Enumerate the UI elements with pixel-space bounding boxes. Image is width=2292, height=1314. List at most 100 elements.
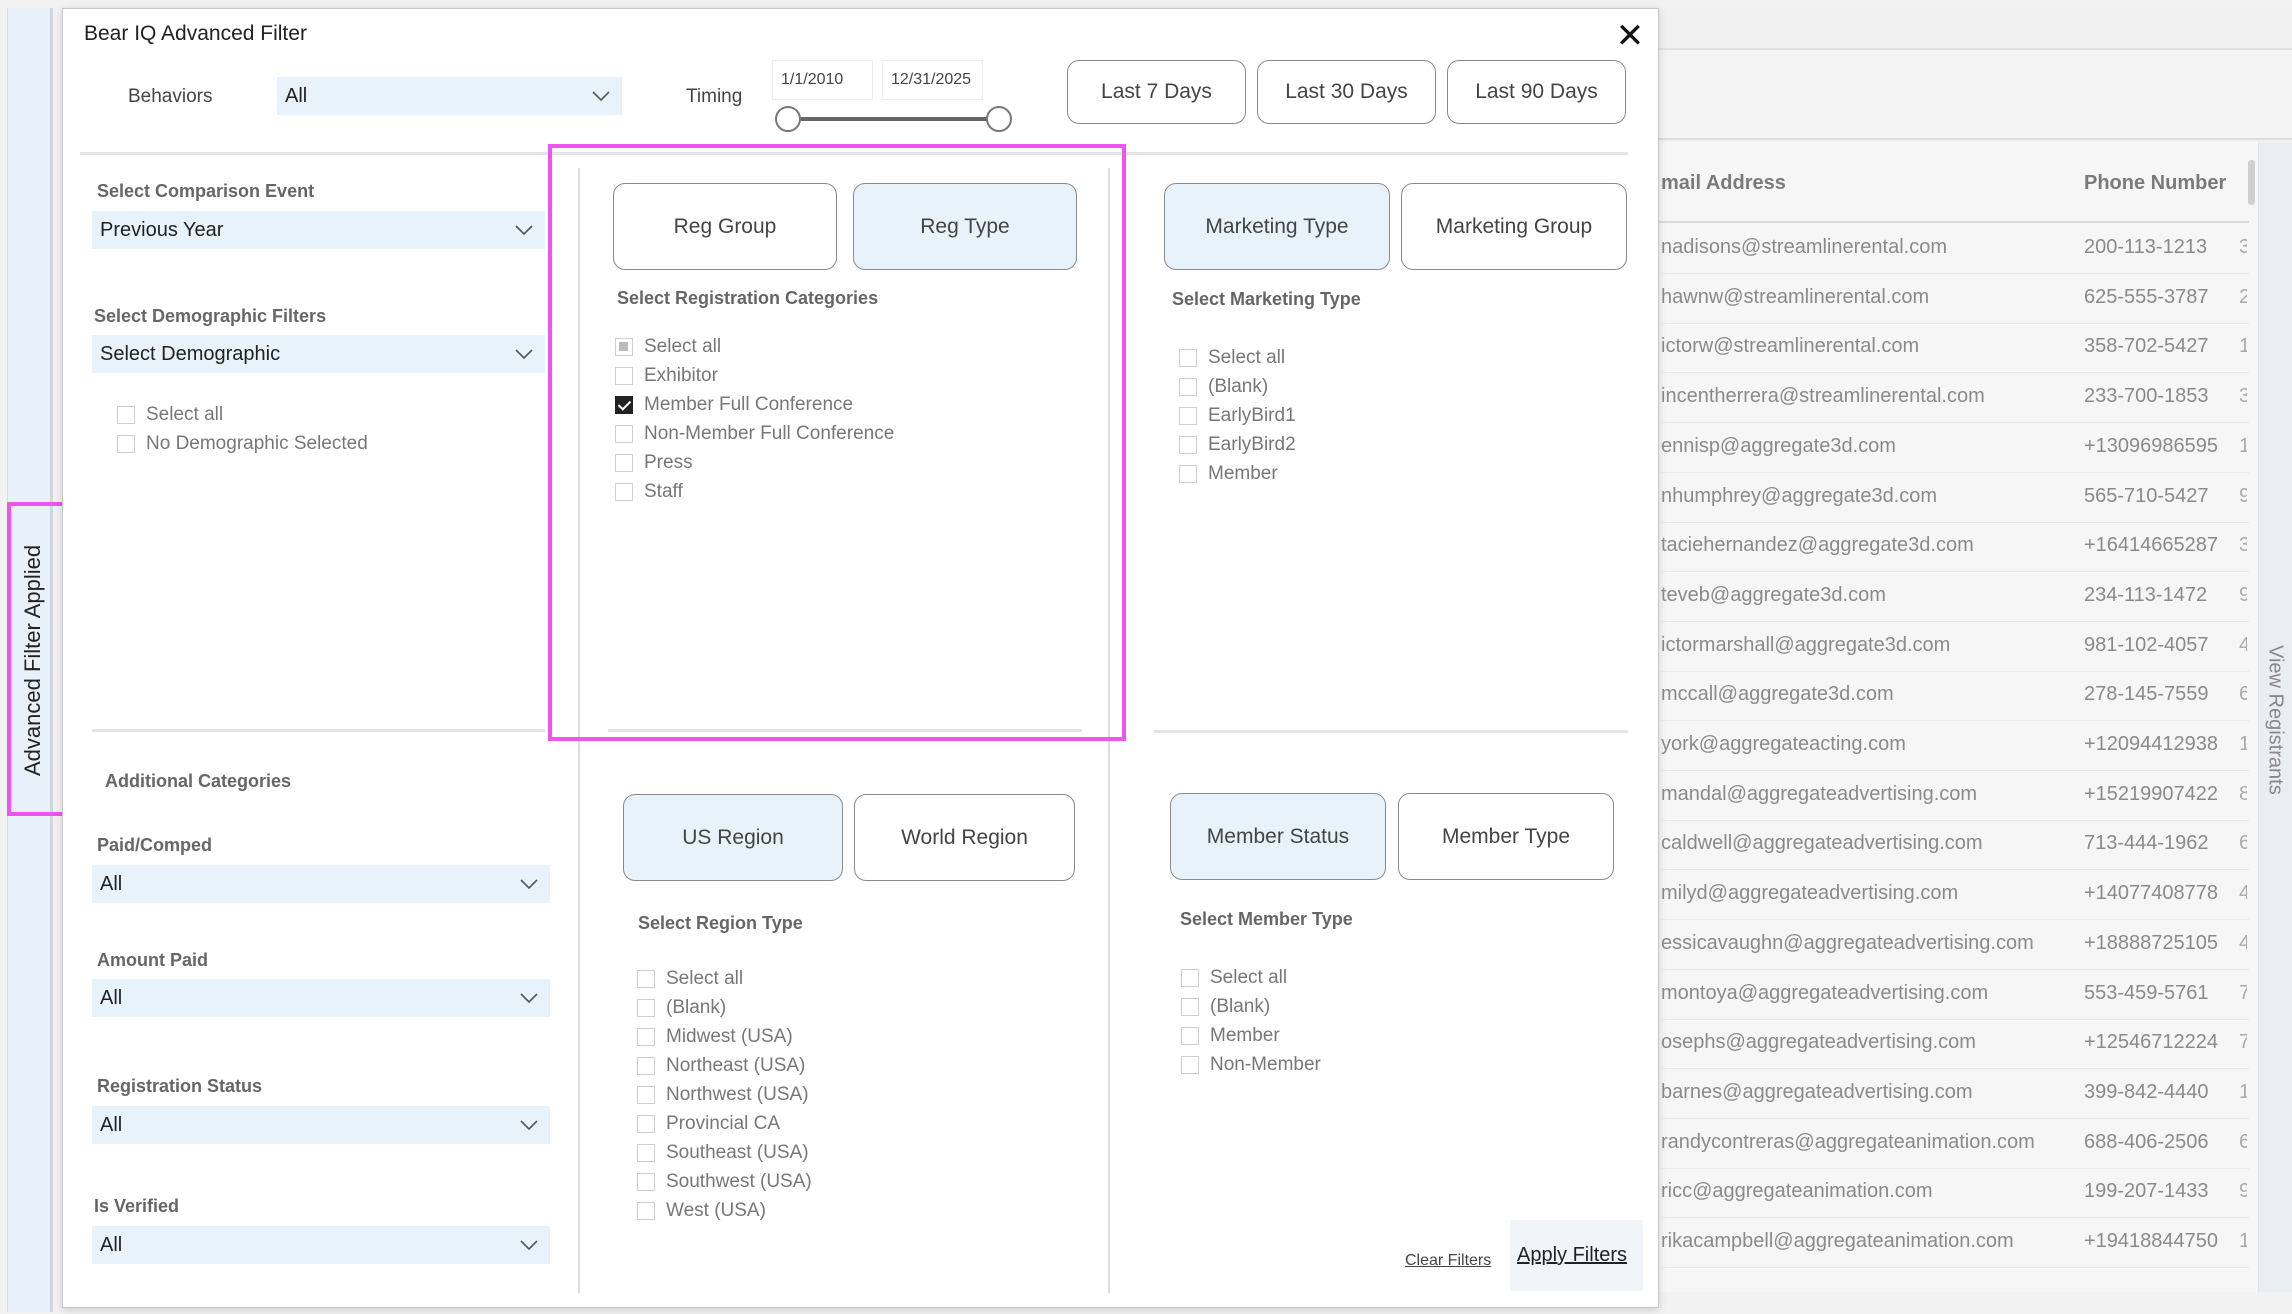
table-row[interactable]: ennisp@aggregate3d.com +13096986595 1 [1659, 423, 2249, 473]
amount-paid-dropdown[interactable]: All [92, 979, 550, 1017]
table-row[interactable]: ictorw@streamlinerental.com 358-702-5427 1 [1659, 323, 2249, 374]
checkbox[interactable] [1181, 997, 1199, 1016]
checkbox-option[interactable]: Staff [615, 477, 894, 506]
checkbox-option[interactable]: Non-Member Full Conference [615, 419, 894, 448]
world-region-tab[interactable]: World Region [854, 794, 1075, 881]
checkbox-option[interactable]: (Blank) [1179, 372, 1296, 401]
table-row[interactable]: essicavaughn@aggregateadvertising.com +18… [1659, 920, 2249, 970]
checkbox[interactable] [637, 1143, 655, 1162]
checkbox[interactable] [615, 453, 633, 472]
table-row[interactable]: barnes@aggregateadvertising.com 399-842-4… [1659, 1069, 2249, 1119]
checkbox-option[interactable]: Non-Member [1181, 1050, 1321, 1079]
checkbox-option[interactable]: Press [615, 448, 894, 477]
us-region-tab[interactable]: US Region [623, 794, 843, 881]
checkbox[interactable] [637, 1027, 655, 1046]
checkbox[interactable] [615, 395, 633, 414]
table-row[interactable]: osephs@aggregateadvertising.com +12546712… [1659, 1019, 2249, 1070]
behaviors-dropdown[interactable]: All [277, 77, 622, 115]
start-date-input[interactable]: 1/1/2010 [772, 60, 873, 100]
checkbox-option[interactable]: (Blank) [1181, 992, 1321, 1021]
checkbox[interactable] [117, 434, 135, 453]
checkbox-option[interactable]: Northeast (USA) [637, 1051, 812, 1080]
table-row[interactable]: taciehernandez@aggregate3d.com +164146652… [1659, 522, 2249, 573]
table-row[interactable]: york@aggregateacting.com +12094412938 1 [1659, 721, 2249, 771]
table-row[interactable]: mccall@aggregate3d.com 278-145-7559 6 [1659, 671, 2249, 722]
reg-type-tab[interactable]: Reg Type [853, 183, 1077, 270]
column-header-phone[interactable]: Phone Number [2084, 172, 2226, 195]
checkbox[interactable] [637, 1085, 655, 1104]
checkbox-option[interactable]: Member [1181, 1021, 1321, 1050]
checkbox-option[interactable]: (Blank) [637, 993, 812, 1022]
reg-group-tab[interactable]: Reg Group [613, 183, 837, 270]
checkbox-option[interactable]: West (USA) [637, 1196, 812, 1225]
table-row[interactable]: teveb@aggregate3d.com 234-113-1472 9 [1659, 572, 2249, 622]
checkbox-option[interactable]: Provincial CA [637, 1109, 812, 1138]
checkbox[interactable] [615, 424, 633, 443]
timing-slider-end-handle[interactable] [986, 106, 1012, 132]
checkbox-option[interactable]: Northwest (USA) [637, 1080, 812, 1109]
table-row[interactable]: hawnw@streamlinerental.com 625-555-3787 2 [1659, 274, 2249, 324]
checkbox-option[interactable]: Midwest (USA) [637, 1022, 812, 1051]
registration-status-dropdown[interactable]: All [92, 1106, 550, 1144]
table-row[interactable]: randycontreras@aggregateanimation.com 688… [1659, 1119, 2249, 1169]
checkbox[interactable] [1179, 406, 1197, 425]
checkbox-option[interactable]: Select all [1181, 963, 1321, 992]
checkbox[interactable] [1181, 968, 1199, 987]
member-type-tab[interactable]: Member Type [1398, 793, 1614, 880]
checkbox-option[interactable]: Exhibitor [615, 361, 894, 390]
demographic-dropdown[interactable]: Select Demographic [92, 335, 545, 373]
table-row[interactable]: nhumphrey@aggregate3d.com 565-710-5427 9 [1659, 473, 2249, 523]
timing-slider-start-handle[interactable] [775, 106, 801, 132]
checkbox[interactable] [615, 337, 633, 356]
checkbox-option[interactable]: EarlyBird1 [1179, 401, 1296, 430]
checkbox-option[interactable]: Select all [615, 332, 894, 361]
apply-filters-label[interactable]: Apply Filters [1517, 1244, 1627, 1267]
last-30-days-button[interactable]: Last 30 Days [1257, 60, 1436, 124]
checkbox[interactable] [1181, 1055, 1199, 1074]
checkbox[interactable] [1181, 1026, 1199, 1045]
table-row[interactable]: ictormarshall@aggregate3d.com 981-102-405… [1659, 622, 2249, 672]
checkbox-option[interactable]: Select all [637, 964, 812, 993]
checkbox[interactable] [615, 482, 633, 501]
close-icon[interactable]: ✕ [1612, 18, 1648, 54]
checkbox[interactable] [637, 1172, 655, 1191]
checkbox-option[interactable]: Member [1179, 459, 1296, 488]
view-registrants-tab[interactable]: View Registrants [2258, 620, 2292, 820]
end-date-input[interactable]: 12/31/2025 [882, 60, 983, 100]
is-verified-dropdown[interactable]: All [92, 1226, 550, 1264]
checkbox-option[interactable]: Southeast (USA) [637, 1138, 812, 1167]
marketing-group-tab[interactable]: Marketing Group [1401, 183, 1627, 270]
table-row[interactable]: milyd@aggregateadvertising.com +140774087… [1659, 870, 2249, 921]
table-scrollbar[interactable] [2248, 160, 2255, 205]
checkbox[interactable] [117, 405, 135, 424]
checkbox[interactable] [1179, 377, 1197, 396]
table-row[interactable]: caldwell@aggregateadvertising.com 713-444… [1659, 820, 2249, 871]
checkbox-option[interactable]: No Demographic Selected [117, 429, 368, 458]
checkbox[interactable] [1179, 435, 1197, 454]
member-status-tab[interactable]: Member Status [1170, 793, 1386, 880]
table-row[interactable]: incentherrera@streamlinerental.com 233-70… [1659, 373, 2249, 424]
checkbox[interactable] [637, 1114, 655, 1133]
checkbox[interactable] [637, 998, 655, 1017]
checkbox-option[interactable]: Member Full Conference [615, 390, 894, 419]
last-90-days-button[interactable]: Last 90 Days [1447, 60, 1626, 124]
comparison-event-dropdown[interactable]: Previous Year [92, 211, 545, 249]
table-row[interactable]: rikacampbell@aggregateanimation.com +1941… [1659, 1218, 2249, 1268]
table-row[interactable]: ricc@aggregateanimation.com 199-207-1433 9 [1659, 1168, 2249, 1219]
table-row[interactable]: montoya@aggregateadvertising.com 553-459-… [1659, 970, 2249, 1020]
checkbox[interactable] [1179, 464, 1197, 483]
paid-comped-dropdown[interactable]: All [92, 865, 550, 903]
last-7-days-button[interactable]: Last 7 Days [1067, 60, 1246, 124]
timing-slider-track[interactable] [800, 117, 988, 121]
checkbox[interactable] [615, 366, 633, 385]
checkbox-option[interactable]: Select all [1179, 343, 1296, 372]
table-row[interactable]: mandal@aggregateadvertising.com +15219907… [1659, 771, 2249, 821]
checkbox[interactable] [1179, 348, 1197, 367]
checkbox-option[interactable]: Select all [117, 400, 368, 429]
checkbox-option[interactable]: EarlyBird2 [1179, 430, 1296, 459]
checkbox[interactable] [637, 1056, 655, 1075]
clear-filters-link[interactable]: Clear Filters [1405, 1252, 1491, 1270]
checkbox-option[interactable]: Southwest (USA) [637, 1167, 812, 1196]
column-header-email[interactable]: mail Address [1661, 172, 1786, 195]
table-row[interactable]: nadisons@streamlinerental.com 200-113-121… [1659, 224, 2249, 274]
